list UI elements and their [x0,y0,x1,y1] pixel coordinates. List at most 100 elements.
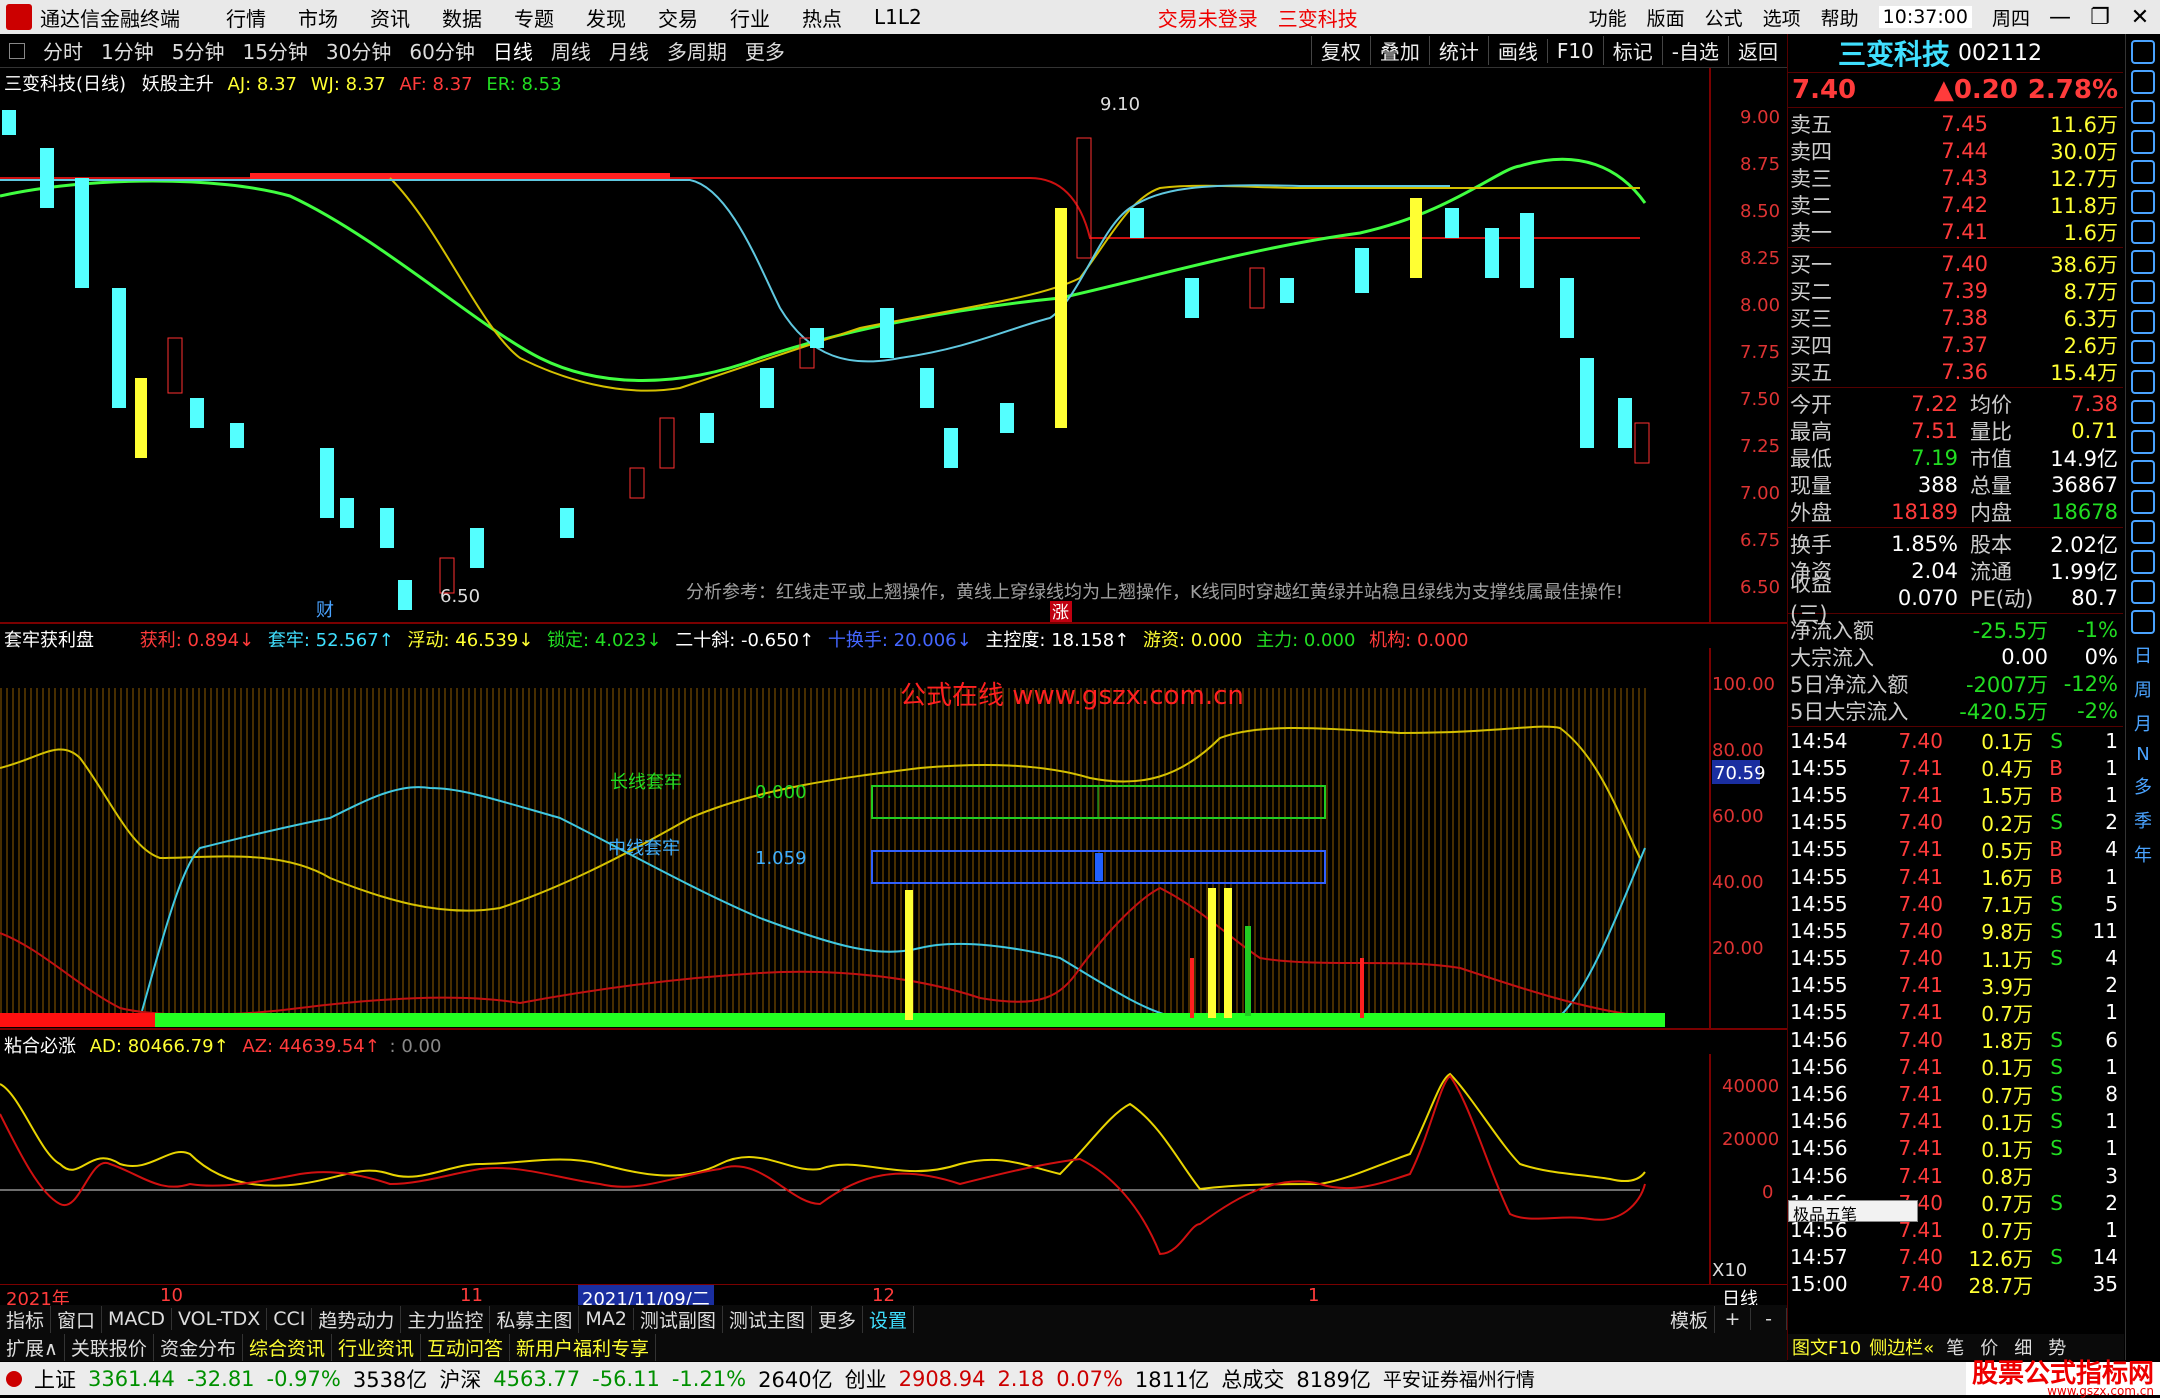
tab[interactable]: 扩展∧ [0,1333,65,1361]
sidebar-tool-icon[interactable] [2131,370,2155,394]
menu-item[interactable]: 热点 [802,3,842,32]
tab[interactable]: 关联报价 [65,1333,154,1361]
tab[interactable]: 新用户福利专享 [510,1333,657,1361]
period-tab[interactable]: 5分钟 [172,36,225,65]
sidebar-tool-icon[interactable] [2131,550,2155,574]
menu-item[interactable]: 公式 [1705,4,1743,31]
trade-status[interactable]: 交易未登录 [1158,3,1258,32]
tool-button[interactable]: 复权 [1310,36,1370,65]
menu-item[interactable]: 行情 [226,3,266,32]
tab[interactable]: 指标 [0,1305,52,1333]
tab[interactable]: 行业资讯 [332,1333,421,1361]
sidebar-period[interactable]: 季 [2126,807,2160,833]
tab[interactable]: 趋势动力 [312,1305,402,1333]
menu-item[interactable]: L1L2 [874,5,922,29]
close-icon[interactable]: ✕ [2120,5,2160,30]
sidebar-tool-icon[interactable] [2131,610,2155,634]
menu-item[interactable]: 交易 [658,3,698,32]
sidebar-tool-icon[interactable] [2131,160,2155,184]
sidebar-period[interactable]: 周 [2126,676,2160,702]
sidebar-tool-icon[interactable] [2131,430,2155,454]
sidebar-tool-icon[interactable] [2131,520,2155,544]
sidebar-period[interactable]: N [2126,744,2160,765]
tab[interactable]: MACD [102,1308,172,1330]
tab[interactable]: 侧边栏« [1865,1334,1938,1360]
tool-button[interactable]: 统计 [1428,36,1488,65]
index-name[interactable]: 沪深 [439,1364,481,1394]
index-name[interactable]: 创业 [845,1364,887,1394]
period-tab[interactable]: 1分钟 [101,36,154,65]
tab[interactable]: 主力监控 [401,1305,491,1333]
zoom-out-button[interactable]: - [1751,1308,1787,1330]
period-tab[interactable]: 分时 [43,36,83,65]
sidebar-tool-icon[interactable] [2131,490,2155,514]
sidebar-tool-icon[interactable] [2131,100,2155,124]
sidebar-tool-icon[interactable] [2131,70,2155,94]
tool-button[interactable]: 返回 [1728,36,1787,65]
tab[interactable]: 窗口 [51,1305,103,1333]
index-name[interactable]: 上证 [34,1364,76,1394]
menu-item[interactable]: 数据 [442,3,482,32]
tab[interactable]: VOL-TDX [172,1308,268,1330]
menu-item[interactable]: 帮助 [1821,4,1859,31]
period-tab[interactable]: 30分钟 [326,36,391,65]
tab[interactable]: 综合资讯 [243,1333,332,1361]
tool-button[interactable]: F10 [1546,38,1603,63]
tab[interactable]: 私募主图 [490,1305,580,1333]
period-tab[interactable]: 60分钟 [409,36,474,65]
tool-button[interactable]: -自选 [1661,36,1728,65]
period-menu-icon[interactable] [9,42,25,59]
menu-item[interactable]: 版面 [1647,4,1685,31]
sidebar-tool-icon[interactable] [2131,40,2155,64]
sidebar-tool-icon[interactable] [2131,250,2155,274]
sidebar-period[interactable]: 多 [2126,773,2160,799]
sidebar-tool-icon[interactable] [2131,220,2155,244]
period-tab[interactable]: 周线 [551,36,591,65]
sidebar-period[interactable]: 月 [2126,710,2160,736]
tab[interactable]: 更多 [812,1305,863,1333]
period-tab[interactable]: 15分钟 [242,36,307,65]
sub1-chart[interactable]: 100.00 80.00 60.00 40.00 20.00 70.59 长线套… [0,648,1787,1028]
tab[interactable]: MA2 [579,1308,634,1330]
tab-settings[interactable]: 设置 [863,1305,914,1333]
menu-item[interactable]: 发现 [586,3,626,32]
tab[interactable]: 细 [2006,1334,2040,1360]
sidebar-period[interactable]: 年 [2126,841,2160,867]
tool-button[interactable]: 标记 [1602,36,1662,65]
sidebar-tool-icon[interactable] [2131,580,2155,604]
restore-icon[interactable]: ❐ [2080,5,2120,30]
zoom-in-button[interactable]: + [1715,1308,1751,1330]
menu-item[interactable]: 资讯 [370,3,410,32]
menu-item[interactable]: 行业 [730,3,770,32]
tab[interactable]: 测试副图 [634,1305,723,1333]
tab[interactable]: 测试主图 [723,1305,812,1333]
tool-button[interactable]: 画线 [1487,36,1547,65]
sidebar-tool-icon[interactable] [2131,310,2155,334]
tab[interactable]: CCI [267,1308,313,1330]
tab[interactable]: 图文F10 [1788,1334,1865,1360]
tab[interactable]: 势 [2040,1334,2074,1360]
menu-item[interactable]: 专题 [514,3,554,32]
menu-item[interactable]: 市场 [298,3,338,32]
sidebar-tool-icon[interactable] [2131,280,2155,304]
sidebar-period[interactable]: 日 [2126,642,2160,668]
period-tab-active[interactable]: 日线 [493,36,533,65]
period-tab[interactable]: 月线 [609,36,649,65]
tool-button[interactable]: 叠加 [1369,36,1429,65]
period-tab-more[interactable]: 更多 [745,36,785,65]
menu-item[interactable]: 选项 [1763,4,1801,31]
minimize-icon[interactable]: — [2040,5,2080,30]
tab[interactable]: 笔 [1938,1334,1972,1360]
sidebar-tool-icon[interactable] [2131,400,2155,424]
sidebar-tool-icon[interactable] [2131,460,2155,484]
sidebar-tool-icon[interactable] [2131,130,2155,154]
tab[interactable]: 价 [1972,1334,2006,1360]
sidebar-tool-icon[interactable] [2131,340,2155,364]
sidebar-tool-icon[interactable] [2131,190,2155,214]
tab[interactable]: 资金分布 [154,1333,243,1361]
tab[interactable]: 互动问答 [421,1333,510,1361]
ime-popup[interactable]: 极品五笔 [1788,1200,1918,1224]
sub2-chart[interactable]: 40000 20000 0 X10 [0,1054,1787,1284]
menu-item[interactable]: 功能 [1589,4,1627,31]
template-button[interactable]: 模板 [1664,1305,1715,1333]
